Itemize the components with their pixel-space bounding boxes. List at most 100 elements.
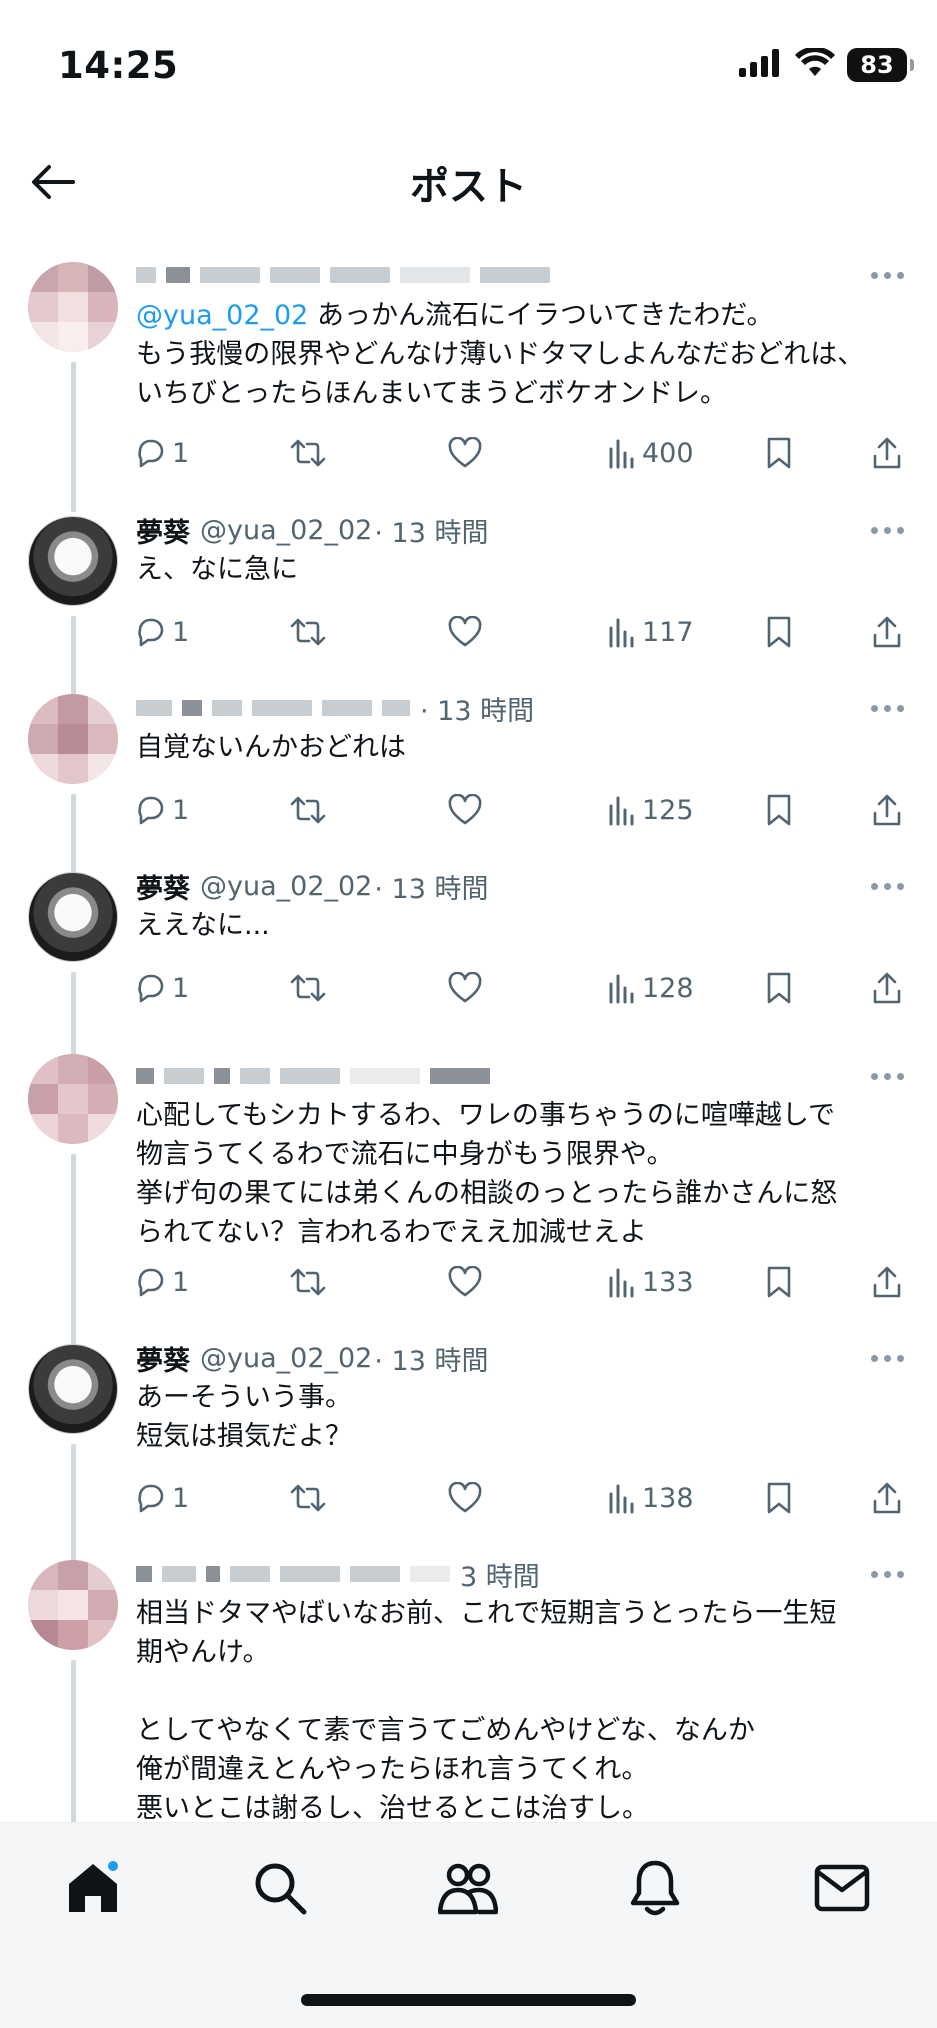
repost-button[interactable] [290,433,326,473]
display-name[interactable]: 夢葵 [136,1339,190,1378]
views-button[interactable]: 400 [608,433,694,473]
post-text: @yua_02_02 あっかん流石にイラついてきたわだ。 もう我慢の限界やどんな… [136,300,865,409]
reply-button[interactable]: 1 [134,1478,189,1518]
share-button[interactable] [872,433,902,473]
more-options-button[interactable] [867,265,907,285]
view-count: 138 [642,1482,694,1514]
reply-button[interactable]: 1 [134,1262,189,1302]
tab-communities[interactable] [433,1853,503,1923]
tab-search[interactable] [245,1853,315,1923]
share-button[interactable] [872,968,902,1008]
more-options-button[interactable] [867,520,907,540]
thread-post[interactable]: 3 時間 相当ドタマやばいなお前、これで短期言うとったら一生短 期やんけ。 とし… [0,1556,937,1822]
thread-line [71,1660,76,1822]
display-name[interactable]: 夢葵 [136,867,190,906]
share-icon [873,1266,901,1298]
avatar[interactable] [28,694,118,784]
post-text: 自覚ないんかおどれは [136,732,406,763]
thread-line [71,362,76,512]
post-text: 相当ドタマやばいなお前、これで短期言うとったら一生短 期やんけ。 としてやなくて… [136,1598,837,1822]
bookmark-icon [767,1482,791,1514]
reply-button[interactable]: 1 [134,968,189,1008]
thread-post[interactable]: 夢葵 @yua_02_02 · 13 時間 あーそういう事。 短気は損気だよ？ … [0,1339,937,1572]
thread-post[interactable]: 心配してもシカトするわ、ワレの事ちゃうのに喧嘩越しで 物言うてくるわで流石に中身… [0,1046,937,1358]
status-bar: 14:25 83 [0,0,937,120]
top-header: ポスト [0,130,937,230]
share-button[interactable] [872,1262,902,1302]
post-header: 夢葵 @yua_02_02 · 13 時間 [136,1339,488,1378]
more-options-button[interactable] [867,1348,907,1368]
repost-button[interactable] [290,790,326,830]
user-handle[interactable]: @yua_02_02 [200,871,372,902]
avatar[interactable] [28,1054,118,1144]
reply-icon [138,618,164,647]
views-button[interactable]: 133 [608,1262,694,1302]
view-count: 133 [642,1266,694,1298]
thread-post[interactable]: · 13 時間 自覚ないんかおどれは 1 125 [0,690,937,884]
post-header: 3 時間 [136,1556,540,1593]
home-indicator[interactable] [301,1994,636,2006]
post-time: 3 時間 [460,1561,540,1593]
like-button[interactable] [448,433,482,473]
reply-button[interactable]: 1 [134,433,189,473]
views-button[interactable]: 117 [608,612,694,652]
user-handle[interactable]: @yua_02_02 [200,515,372,546]
mention-link[interactable]: @yua_02_02 [136,300,308,331]
like-button[interactable] [448,612,482,652]
thread-post[interactable]: 夢葵 @yua_02_02 · 13 時間 え、なに急に 1 117 [0,511,937,706]
view-count: 128 [642,972,694,1004]
reply-button[interactable]: 1 [134,790,189,830]
avatar[interactable] [28,1560,118,1650]
repost-button[interactable] [290,1478,326,1518]
battery-level: 83 [860,51,894,79]
post-actions: 1 117 [134,612,909,652]
share-button[interactable] [872,612,902,652]
views-button[interactable]: 138 [608,1478,694,1518]
analytics-icon [609,1268,634,1298]
post-header: 夢葵 @yua_02_02 · 13 時間 [136,511,488,550]
views-button[interactable]: 125 [608,790,694,830]
cellular-signal-icon [739,49,783,81]
share-button[interactable] [872,1478,902,1518]
more-options-button[interactable] [867,1564,907,1584]
bookmark-button[interactable] [766,1262,792,1302]
thread-post[interactable]: 夢葵 @yua_02_02 · 13 時間 ええなに... 1 128 [0,867,937,1062]
post-time: · 13 時間 [420,695,535,727]
bookmark-button[interactable] [766,1478,792,1518]
tab-messages[interactable] [807,1853,877,1923]
bookmark-button[interactable] [766,612,792,652]
thread-line [71,1444,76,1572]
repost-icon [290,1484,326,1512]
more-options-button[interactable] [867,698,907,718]
tab-home[interactable] [58,1853,128,1923]
like-button[interactable] [448,1478,482,1518]
repost-button[interactable] [290,1262,326,1302]
avatar[interactable] [28,516,118,606]
reply-count: 1 [172,972,190,1004]
like-button[interactable] [448,968,482,1008]
thread-post[interactable]: @yua_02_02 あっかん流石にイラついてきたわだ。 もう我慢の限界やどんな… [0,250,937,512]
repost-icon [290,1268,326,1296]
avatar[interactable] [28,1344,118,1434]
post-actions: 1 133 [134,1262,909,1302]
more-options-button[interactable] [867,876,907,896]
bell-icon [630,1860,680,1916]
reply-button[interactable]: 1 [134,612,189,652]
bookmark-button[interactable] [766,433,792,473]
tab-notifications[interactable] [620,1853,690,1923]
share-button[interactable] [872,790,902,830]
repost-button[interactable] [290,612,326,652]
more-options-button[interactable] [867,1066,907,1086]
like-button[interactable] [448,1262,482,1302]
like-button[interactable] [448,790,482,830]
display-name[interactable]: 夢葵 [136,511,190,550]
bookmark-button[interactable] [766,790,792,830]
views-button[interactable]: 128 [608,968,694,1008]
repost-button[interactable] [290,968,326,1008]
avatar[interactable] [28,262,118,352]
analytics-icon [609,1484,634,1514]
avatar[interactable] [28,872,118,962]
analytics-icon [609,439,634,469]
user-handle[interactable]: @yua_02_02 [200,1343,372,1374]
bookmark-button[interactable] [766,968,792,1008]
